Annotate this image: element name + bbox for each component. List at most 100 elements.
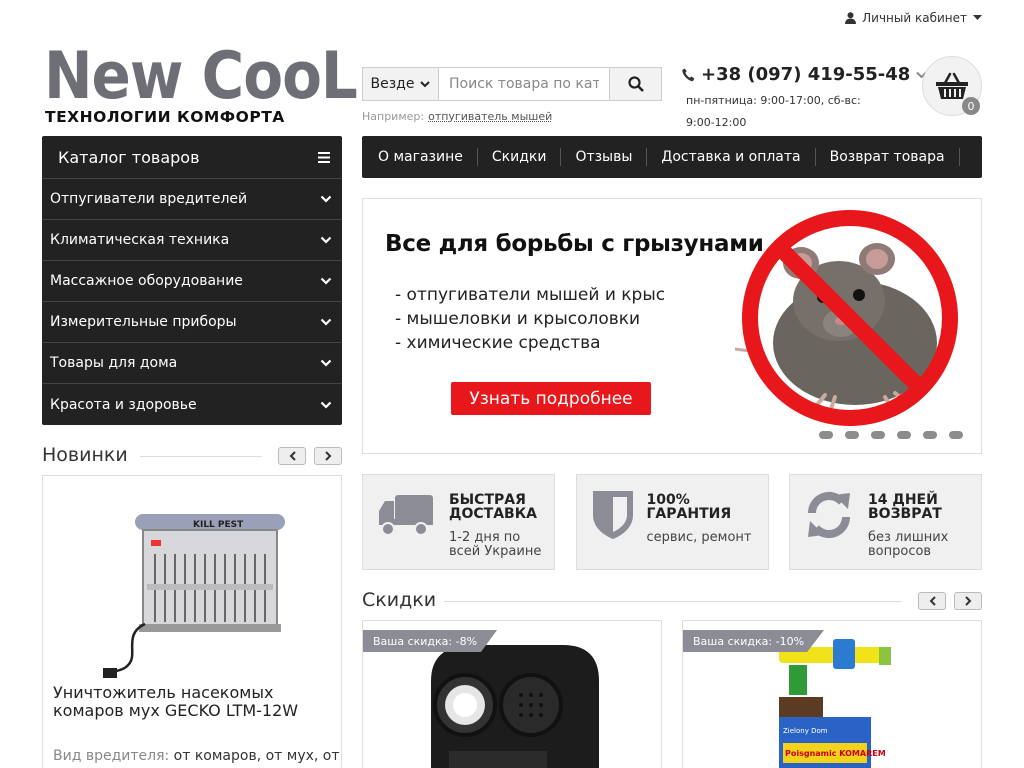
- search-scope-select[interactable]: Везде: [363, 68, 439, 100]
- account-menu[interactable]: Личный кабинет: [845, 8, 982, 28]
- product-attr-label: Вид вредителя:: [53, 748, 170, 764]
- chevron-right-icon: [324, 451, 331, 461]
- catalog-item-label: Климатическая техника: [50, 232, 230, 248]
- product-brand-label: Zielony Dom: [783, 727, 828, 735]
- logo-tagline: ТЕХНОЛОГИИ КОМФОРТА: [45, 108, 285, 126]
- chevron-left-icon: [289, 451, 296, 461]
- catalog-item-massage[interactable]: Массажное оборудование: [42, 261, 342, 302]
- product-name[interactable]: Уничтожитель насекомых комаров мух GECKO…: [53, 684, 338, 720]
- search-button[interactable]: [609, 68, 661, 100]
- banner-dot[interactable]: [897, 431, 911, 439]
- chevron-down-icon: [320, 236, 332, 244]
- refresh-icon: [807, 491, 851, 539]
- device-brand-label: KILL PEST: [193, 520, 244, 530]
- section-divider: [140, 456, 262, 457]
- site-logo[interactable]: New CooL ТЕХНОЛОГИИ КОМФОРТА: [44, 37, 358, 130]
- nav-discounts[interactable]: Скидки: [478, 148, 562, 166]
- product-attr-value: от комаров, от мух, от: [173, 748, 340, 764]
- product-attribute: Вид вредителя: от комаров, от мух, от: [53, 748, 340, 764]
- chevron-left-icon: [929, 596, 936, 606]
- catalog-item-label: Отпугиватели вредителей: [50, 191, 248, 207]
- feature-returns: 14 дней возврат без лишних вопросов: [789, 474, 982, 570]
- catalog-item-pest-repellers[interactable]: Отпугиватели вредителей: [42, 179, 342, 220]
- catalog-item-beauty[interactable]: Красота и здоровье: [42, 384, 342, 425]
- nav-delivery[interactable]: Доставка и оплата: [647, 148, 816, 166]
- banner-dot[interactable]: [845, 431, 859, 439]
- banner-title: Все для борьбы с грызунами: [385, 231, 764, 257]
- feature-title: Быстрая доставка: [449, 492, 537, 522]
- user-icon: [845, 12, 857, 24]
- new-next-button[interactable]: [314, 447, 342, 465]
- product-package-label: Poisgnamic KOMAREM: [785, 749, 886, 758]
- search-hint: Например: отпугиватель мышей: [362, 110, 552, 123]
- chevron-down-icon: [320, 318, 332, 326]
- banner-list: - отпугиватели мышей и крыс - мышеловки …: [395, 283, 665, 355]
- feature-delivery: Быстрая доставка 1-2 дня по всей Украине: [362, 474, 555, 570]
- catalog-item-label: Товары для дома: [50, 355, 178, 371]
- catalog-item-climate[interactable]: Климатическая техника: [42, 220, 342, 261]
- catalog-item-measuring[interactable]: Измерительные приборы: [42, 302, 342, 343]
- shield-icon: [592, 491, 633, 539]
- banner-dot[interactable]: [871, 431, 885, 439]
- feature-warranty: 100% гарантия сервис, ремонт: [575, 474, 769, 570]
- no-rat-image: [735, 210, 958, 426]
- search-hint-label: Например:: [362, 110, 425, 123]
- discount-badge: Ваша скидка: -8%: [363, 630, 498, 652]
- search-scope-label: Везде: [370, 76, 415, 92]
- catalog-header[interactable]: Каталог товаров: [42, 136, 342, 179]
- banner-line: - химические средства: [395, 333, 601, 353]
- catalog-title: Каталог товаров: [58, 147, 200, 167]
- catalog-item-label: Массажное оборудование: [50, 273, 243, 289]
- truck-icon: [379, 495, 433, 536]
- new-prev-button[interactable]: [278, 447, 306, 465]
- product-card[interactable]: KILL PEST Уничтожитель насекомых комаров…: [42, 475, 342, 768]
- feature-text: сервис, ремонт: [646, 530, 752, 545]
- discount-badge: Ваша скидка: -10%: [683, 630, 825, 652]
- chevron-down-icon: [420, 80, 431, 87]
- banner-dot[interactable]: [923, 431, 937, 439]
- catalog-menu: Каталог товаров Отпугиватели вредителей …: [42, 136, 342, 425]
- caret-down-icon: [973, 15, 982, 20]
- product-image: KILL PEST: [103, 514, 285, 678]
- phone-block[interactable]: +38 (097) 419-55-48: [682, 64, 928, 85]
- product-card[interactable]: Zielony Dom Poisgnamic KOMAREM Ваша скид…: [682, 620, 982, 768]
- banner-line: - отпугиватели мышей и крыс: [395, 285, 666, 305]
- feature-title: 100% гарантия: [646, 492, 732, 522]
- search-hint-link[interactable]: отпугиватель мышей: [428, 110, 552, 123]
- chevron-right-icon: [964, 596, 971, 606]
- chevron-down-icon: [320, 277, 332, 285]
- catalog-item-label: Красота и здоровье: [50, 396, 197, 413]
- nav-about[interactable]: О магазине: [364, 148, 478, 166]
- banner-pagination: [819, 431, 963, 439]
- features-row: Быстрая доставка 1-2 дня по всей Украине…: [362, 474, 982, 570]
- feature-title: 14 дней возврат: [868, 492, 942, 522]
- search-icon: [627, 76, 644, 92]
- working-hours: пн-пятница: 9:00-17:00, сб-вс: 9:00-12:0…: [686, 94, 861, 129]
- main-nav: О магазине Скидки Отзывы Доставка и опла…: [362, 136, 982, 178]
- search-input[interactable]: [439, 68, 609, 100]
- promo-banner[interactable]: Все для борьбы с грызунами - отпугивател…: [362, 198, 982, 454]
- product-card[interactable]: Ваша скидка: -8%: [362, 620, 662, 768]
- banner-more-button[interactable]: Узнать подробнее: [451, 382, 651, 415]
- catalog-item-label: Измерительные приборы: [50, 314, 237, 330]
- discount-prev-button[interactable]: [918, 592, 946, 610]
- discount-section-title: Скидки: [362, 589, 437, 611]
- banner-dot[interactable]: [949, 431, 963, 439]
- nav-reviews[interactable]: Отзывы: [561, 148, 648, 166]
- search-bar: Везде: [362, 67, 662, 101]
- catalog-item-home[interactable]: Товары для дома: [42, 343, 342, 384]
- account-label: Личный кабинет: [862, 11, 967, 25]
- chevron-down-icon: [320, 359, 332, 367]
- feature-text: без лишних вопросов: [868, 530, 949, 559]
- hamburger-icon: [318, 151, 330, 163]
- banner-dot[interactable]: [819, 431, 833, 439]
- section-divider: [444, 601, 902, 602]
- banner-line: - мышеловки и крысоловки: [395, 309, 641, 329]
- nav-returns[interactable]: Возврат товара: [816, 148, 960, 166]
- cart-count-badge: 0: [962, 97, 980, 115]
- feature-text: 1-2 дня по всей Украине: [449, 530, 542, 559]
- logo-main-text: New CooL: [44, 37, 358, 114]
- chevron-down-icon: [320, 195, 332, 203]
- discount-next-button[interactable]: [954, 592, 982, 610]
- phone-icon: [682, 68, 695, 81]
